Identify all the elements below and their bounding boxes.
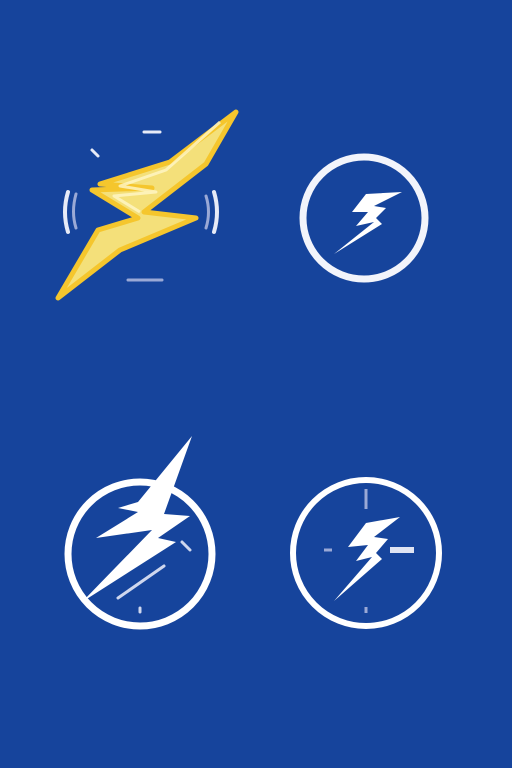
circle-large-bolt-icon [54,430,226,630]
circle-crosshair-bolt-icon [284,475,448,635]
yellow-lightning-bolt-icon [40,100,250,310]
icon-sheet [0,0,512,768]
circle-bolt-icon [294,152,434,284]
